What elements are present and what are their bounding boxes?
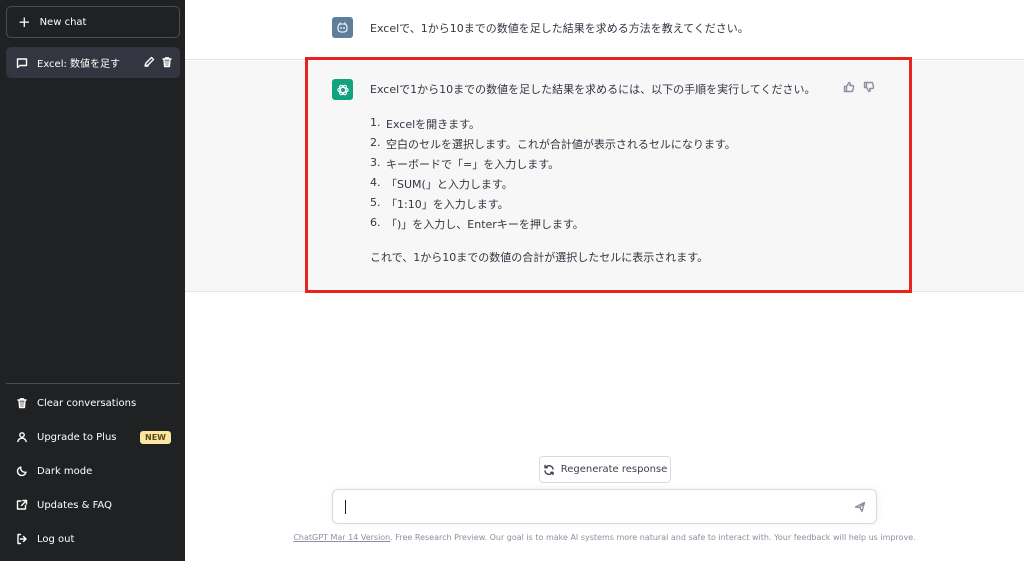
- plus-icon: +: [18, 12, 31, 31]
- send-icon[interactable]: [854, 501, 866, 513]
- chat-bubble-icon: [16, 57, 28, 68]
- updates-faq-link[interactable]: Updates & FAQ: [6, 490, 180, 520]
- message-input-box[interactable]: [332, 489, 877, 524]
- logout-icon: [17, 533, 27, 545]
- user-message-row: Excelで、1から10までの数値を足した結果を求める方法を教えてください。: [185, 0, 1024, 60]
- user-avatar-icon: [337, 22, 348, 33]
- dark-mode-label: Dark mode: [37, 465, 93, 477]
- conversation-title: Excel: 数値を足す: [37, 59, 121, 70]
- upgrade-to-plus-label: Upgrade to Plus: [37, 431, 117, 443]
- regenerate-response-label: Regenerate response: [560, 464, 668, 475]
- pencil-icon[interactable]: [143, 56, 155, 68]
- version-link[interactable]: ChatGPT Mar 14 Version: [293, 533, 390, 542]
- log-out-label: Log out: [37, 533, 75, 545]
- footer-text: . Free Research Preview. Our goal is to …: [390, 533, 916, 542]
- conversation-actions: [143, 56, 173, 68]
- app-window: + New chat Excel: 数値を足す Clear conversati…: [0, 0, 1024, 561]
- dark-mode-button[interactable]: Dark mode: [6, 456, 180, 486]
- highlight-annotation-box: [305, 57, 912, 293]
- sidebar: + New chat Excel: 数値を足す Clear conversati…: [0, 0, 185, 561]
- message-input[interactable]: [343, 498, 843, 518]
- chat-main: Excelで、1から10までの数値を足した結果を求める方法を教えてください。 E…: [185, 0, 1024, 561]
- text-caret: [345, 500, 346, 514]
- moon-icon: [16, 466, 27, 477]
- updates-faq-label: Updates & FAQ: [37, 499, 112, 511]
- refresh-icon: [544, 464, 554, 475]
- conversation-item[interactable]: Excel: 数値を足す: [6, 47, 180, 78]
- new-chat-button[interactable]: + New chat: [6, 6, 180, 38]
- user-avatar: [332, 17, 353, 38]
- user-icon: [17, 432, 27, 443]
- log-out-button[interactable]: Log out: [6, 524, 180, 554]
- sidebar-divider: [6, 383, 180, 384]
- footer-disclaimer: ChatGPT Mar 14 Version. Free Research Pr…: [185, 533, 1024, 542]
- trash-icon[interactable]: [161, 56, 173, 68]
- regenerate-response-button[interactable]: Regenerate response: [539, 456, 671, 483]
- user-message-text: Excelで、1から10までの数値を足した結果を求める方法を教えてください。: [370, 22, 749, 35]
- new-chat-label: New chat: [39, 16, 87, 28]
- clear-conversations-button[interactable]: Clear conversations: [6, 388, 180, 418]
- external-link-icon: [16, 499, 28, 510]
- trash-icon: [17, 398, 27, 409]
- clear-conversations-label: Clear conversations: [37, 397, 137, 409]
- upgrade-to-plus-button[interactable]: Upgrade to Plus NEW: [6, 422, 180, 452]
- new-badge: NEW: [140, 431, 171, 444]
